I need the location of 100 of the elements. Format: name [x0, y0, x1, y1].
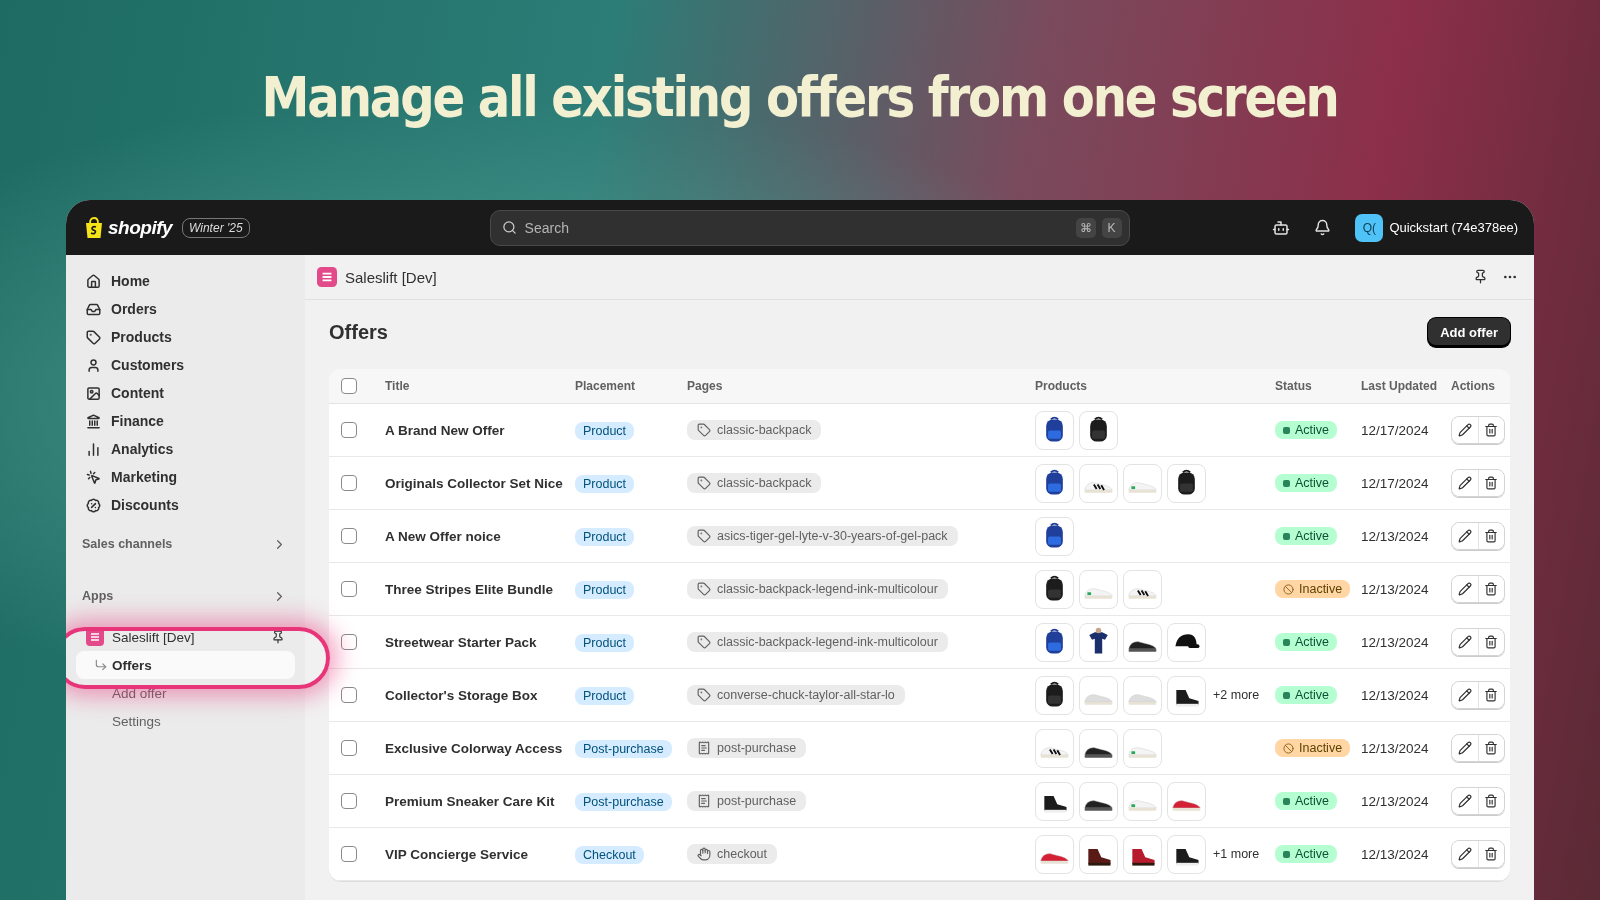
sub-nav-item[interactable]: Add offer: [76, 679, 295, 707]
date-text: 12/13/2024: [1361, 528, 1430, 544]
blocked-icon: [1283, 583, 1294, 595]
status-badge: Inactive: [1275, 739, 1351, 757]
trash-icon: [1484, 476, 1499, 490]
column-header: Status: [1275, 379, 1313, 393]
checkbox[interactable]: [341, 581, 357, 597]
nav-item[interactable]: Marketing: [76, 463, 295, 491]
status-badge: Active: [1275, 792, 1338, 810]
tag-icon: [697, 476, 711, 490]
nav-item[interactable]: Finance: [76, 407, 295, 435]
placement-badge: Post-purchase: [575, 740, 672, 758]
add-offer-button[interactable]: Add offer: [1428, 318, 1510, 347]
tag-icon: [697, 529, 711, 543]
checkbox[interactable]: [341, 528, 357, 544]
nav-item[interactable]: Customers: [76, 351, 295, 379]
page-chip: checkout: [687, 844, 778, 864]
column-header: Products: [1035, 379, 1088, 393]
date-text: 12/13/2024: [1361, 793, 1430, 809]
sub-nav-item[interactable]: Settings: [76, 707, 295, 735]
nav-item[interactable]: Content: [76, 379, 295, 407]
date-text: 12/13/2024: [1361, 634, 1430, 650]
checkbox[interactable]: [341, 740, 357, 756]
bell-icon[interactable]: [1314, 219, 1332, 236]
account-name[interactable]: Quickstart (74e378ee): [1389, 220, 1518, 235]
pencil-icon: [1457, 635, 1472, 649]
offer-title[interactable]: Three Stripes Elite Bundle: [385, 581, 575, 597]
tag-icon: [697, 423, 711, 437]
blocked-icon: [1283, 742, 1294, 754]
offer-title[interactable]: Streetwear Starter Pack: [385, 634, 575, 650]
placement-badge: Product: [575, 687, 635, 705]
bank-icon: [86, 413, 101, 429]
offer-title[interactable]: Originals Collector Set Nice: [385, 475, 575, 491]
checkbox[interactable]: [341, 475, 357, 491]
checkbox[interactable]: [341, 634, 357, 650]
sub-nav-item[interactable]: Offers: [76, 651, 295, 679]
nav-item[interactable]: Home: [76, 267, 295, 295]
page-chip: classic-backpack: [687, 420, 822, 440]
avatar[interactable]: Q(: [1355, 213, 1384, 242]
search-icon: [501, 219, 517, 235]
delete-button[interactable]: [1477, 788, 1504, 814]
date-text: 12/17/2024: [1361, 422, 1430, 438]
tag-icon: [697, 688, 711, 702]
page-chip: classic-backpack: [687, 473, 822, 493]
pencil-icon: [1457, 423, 1472, 437]
bar-chart-icon: [86, 441, 101, 457]
trash-icon: [1484, 688, 1499, 702]
pin-icon[interactable]: [1473, 269, 1488, 284]
app-item[interactable]: Saleslift [Dev]: [76, 623, 295, 651]
robot-icon[interactable]: [1272, 218, 1291, 237]
offer-title[interactable]: A Brand New Offer: [385, 422, 575, 438]
home-icon: [86, 273, 101, 289]
delete-button[interactable]: [1477, 417, 1504, 443]
delete-button[interactable]: [1477, 523, 1504, 549]
checkbox[interactable]: [341, 793, 357, 809]
placement-badge: Product: [575, 422, 635, 440]
pin-icon[interactable]: [271, 630, 285, 644]
offer-title[interactable]: Collector's Storage Box: [385, 687, 575, 703]
branch-arrow-icon: [94, 658, 108, 672]
placement-badge: Checkout: [575, 846, 644, 864]
section-header[interactable]: Apps: [76, 583, 295, 609]
status-badge: Active: [1275, 527, 1338, 545]
delete-button[interactable]: [1477, 576, 1504, 602]
nav-item[interactable]: Analytics: [76, 435, 295, 463]
pencil-icon: [1457, 582, 1472, 596]
placement-badge: Product: [575, 634, 635, 652]
page-title: Offers: [329, 321, 388, 344]
offer-title[interactable]: Premium Sneaker Care Kit: [385, 793, 575, 809]
checkbox[interactable]: [341, 422, 357, 438]
placement-badge: Product: [575, 581, 635, 599]
nav-item[interactable]: Discounts: [76, 491, 295, 519]
shopping-bag-icon: [84, 216, 104, 239]
nav-item[interactable]: Products: [76, 323, 295, 351]
section-header[interactable]: Sales channels: [76, 531, 295, 557]
edition-badge: Winter '25: [182, 217, 250, 238]
delete-button[interactable]: [1477, 735, 1504, 761]
page-chip: classic-backpack-legend-ink-multicolour: [687, 632, 948, 652]
offer-title[interactable]: Exclusive Colorway Access: [385, 740, 575, 756]
offer-title[interactable]: VIP Concierge Service: [385, 846, 575, 862]
hand-icon: [697, 847, 711, 861]
page-chip: converse-chuck-taylor-all-star-lo: [687, 685, 905, 705]
offer-title[interactable]: A New Offer noice: [385, 528, 575, 544]
checkbox[interactable]: [341, 378, 357, 394]
image-icon: [86, 385, 101, 401]
delete-button[interactable]: [1477, 682, 1504, 708]
percent-badge-icon: [86, 497, 101, 513]
checkbox[interactable]: [341, 846, 357, 862]
pencil-icon: [1457, 476, 1472, 490]
person-icon: [86, 357, 101, 373]
trash-icon: [1484, 741, 1499, 755]
trash-icon: [1484, 423, 1499, 437]
nav-item[interactable]: Orders: [76, 295, 295, 323]
delete-button[interactable]: [1477, 841, 1504, 867]
delete-button[interactable]: [1477, 629, 1504, 655]
checkbox[interactable]: [341, 687, 357, 703]
status-badge: Active: [1275, 421, 1338, 439]
pencil-icon: [1457, 688, 1472, 702]
date-text: 12/13/2024: [1361, 687, 1430, 703]
delete-button[interactable]: [1477, 470, 1504, 496]
app-title: Saleslift [Dev]: [345, 268, 437, 286]
